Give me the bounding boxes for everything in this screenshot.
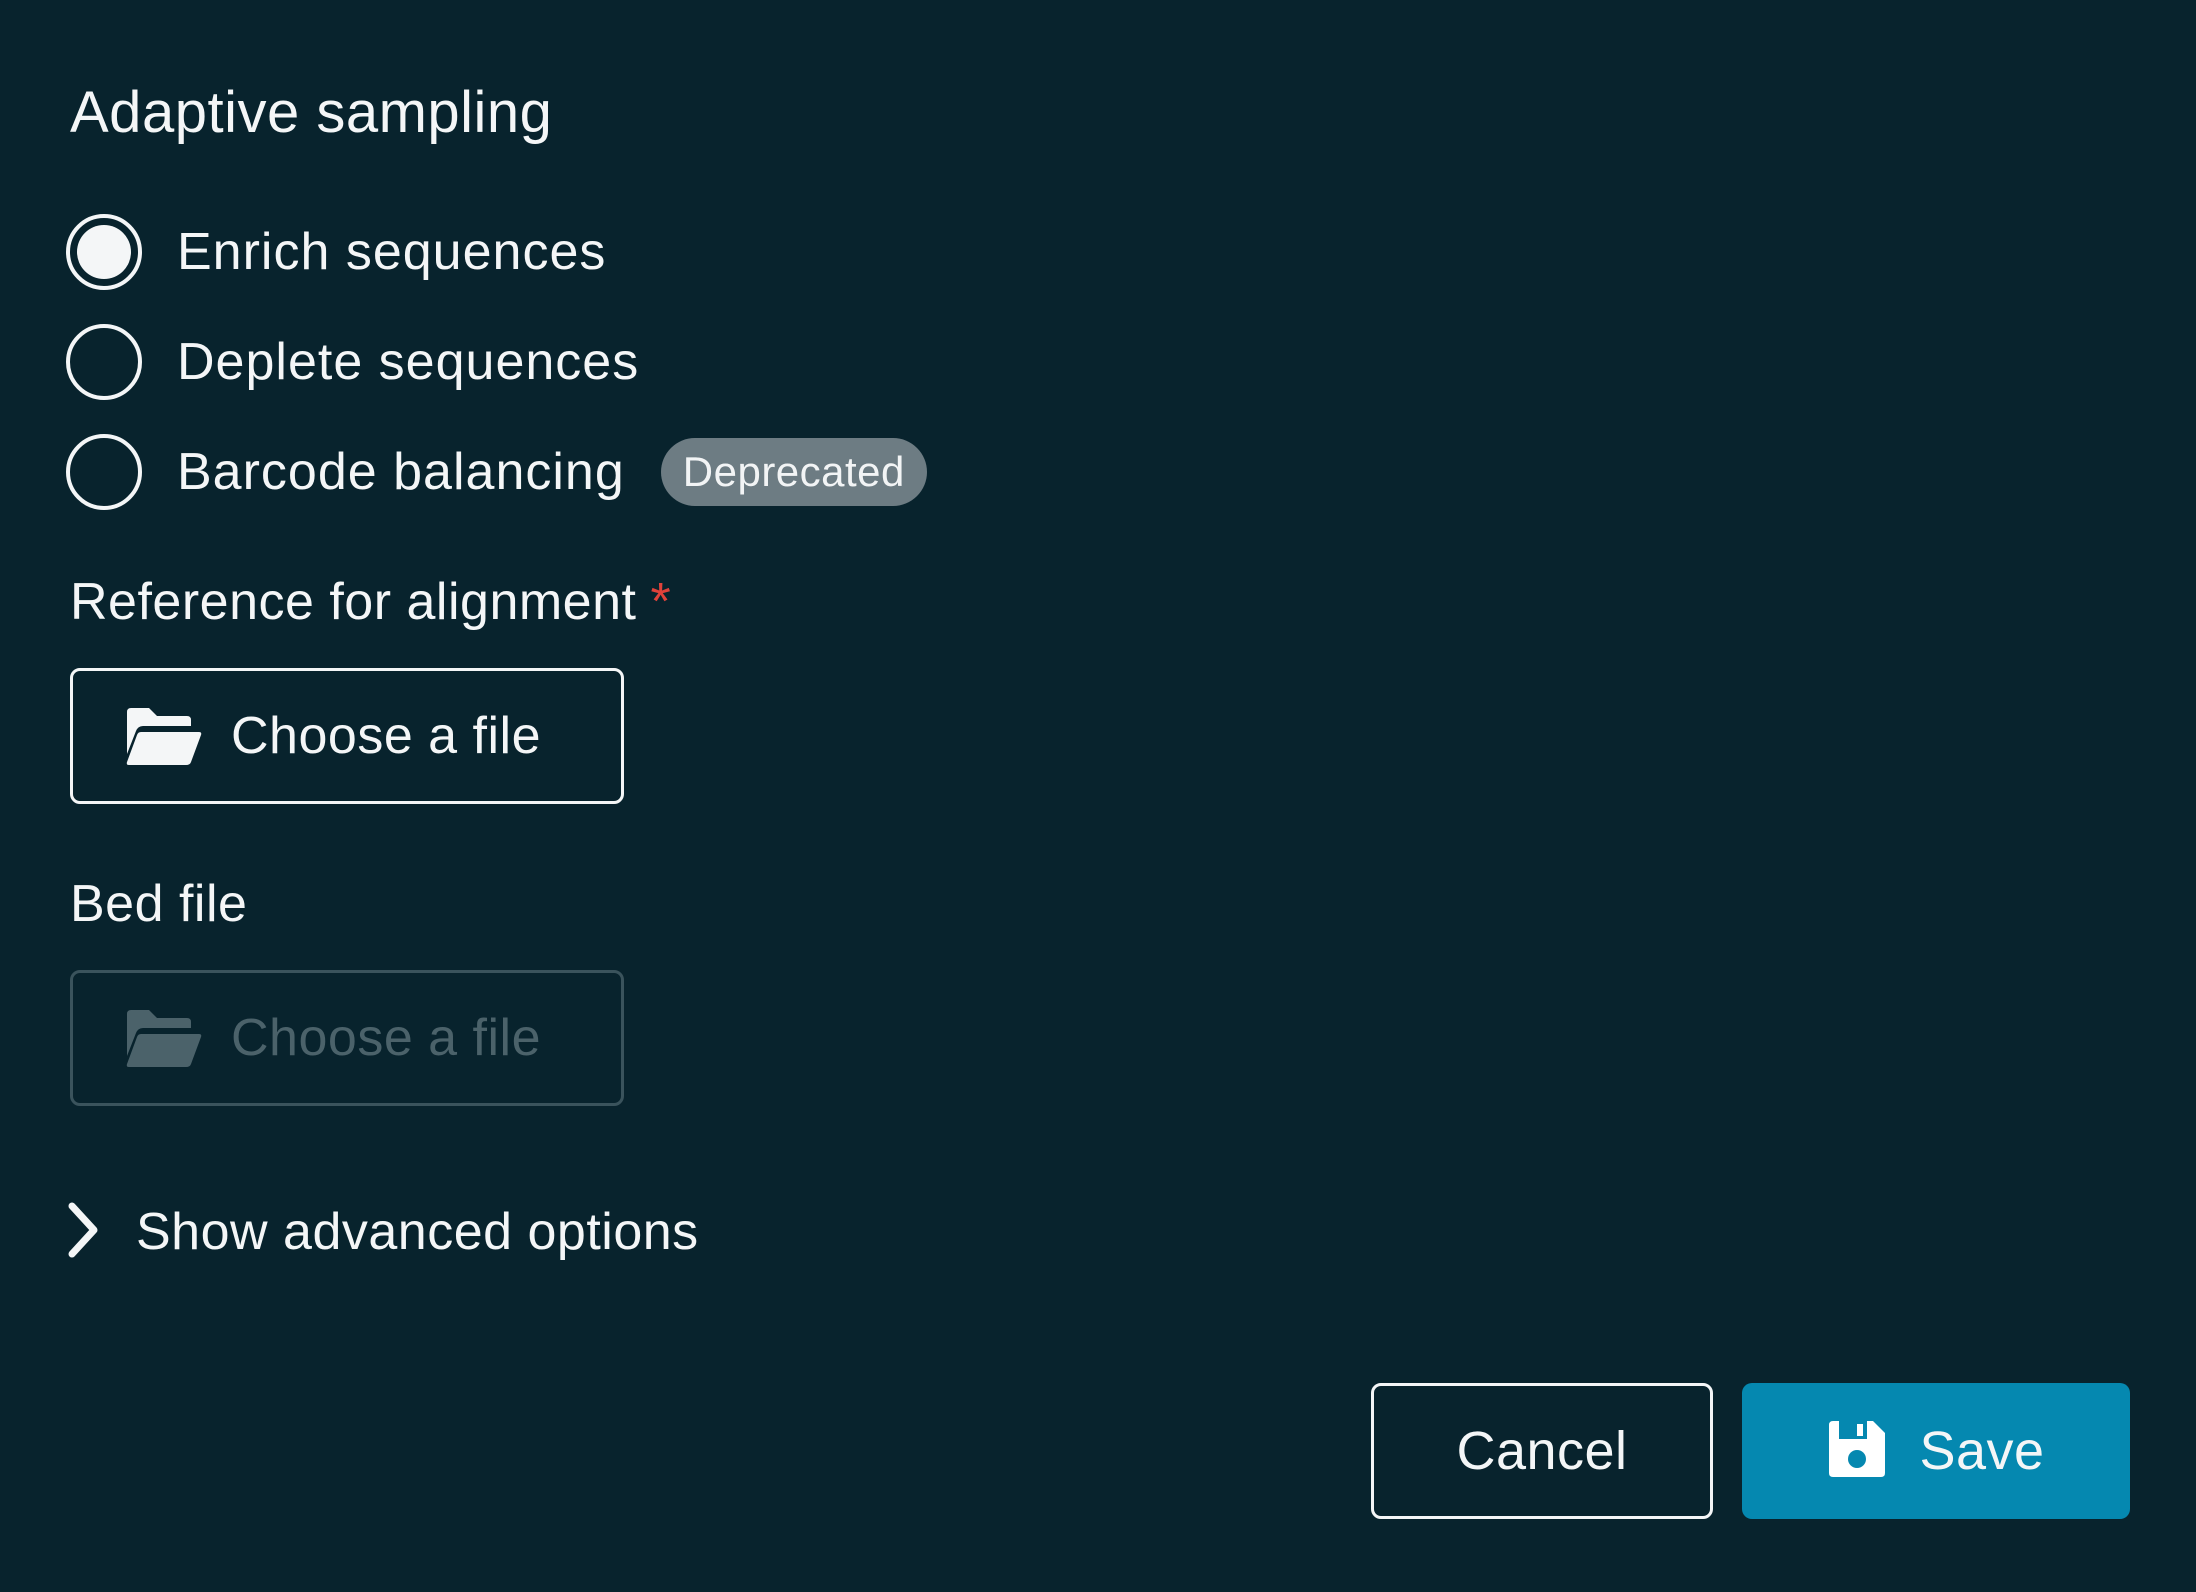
adaptive-sampling-dialog: Adaptive sampling Enrich sequences Deple… <box>0 0 2196 1592</box>
deprecated-badge: Deprecated <box>660 438 927 506</box>
reference-choose-file-button[interactable]: Choose a file <box>70 668 624 804</box>
save-button[interactable]: Save <box>1742 1383 2130 1519</box>
section-title: Adaptive sampling <box>70 80 553 145</box>
radio-button[interactable] <box>66 324 142 400</box>
save-label: Save <box>1919 1421 2045 1481</box>
cancel-button[interactable]: Cancel <box>1371 1383 1713 1519</box>
bed-file-choose-file-button[interactable]: Choose a file <box>70 970 624 1106</box>
radio-button[interactable] <box>66 434 142 510</box>
folder-open-icon <box>123 704 203 768</box>
choose-file-label: Choose a file <box>231 1009 542 1067</box>
folder-open-icon <box>123 1006 203 1070</box>
reference-label: Reference for alignment * <box>70 570 671 634</box>
floppy-disk-icon <box>1827 1419 1887 1484</box>
radio-label: Barcode balancing <box>177 443 625 501</box>
chevron-right-icon <box>66 1202 100 1263</box>
advanced-options-label: Show advanced options <box>136 1203 699 1261</box>
radio-barcode-balancing[interactable]: Barcode balancing Deprecated <box>66 430 927 514</box>
show-advanced-options-toggle[interactable]: Show advanced options <box>66 1196 699 1268</box>
cancel-label: Cancel <box>1456 1421 1628 1481</box>
reference-label-text: Reference for alignment <box>70 573 637 631</box>
choose-file-label: Choose a file <box>231 707 542 765</box>
bed-file-label: Bed file <box>70 875 248 933</box>
radio-button-checked[interactable] <box>66 214 142 290</box>
required-marker: * <box>650 573 672 631</box>
radio-enrich-sequences[interactable]: Enrich sequences <box>66 210 606 294</box>
radio-label: Enrich sequences <box>177 223 607 281</box>
radio-deplete-sequences[interactable]: Deplete sequences <box>66 320 639 404</box>
radio-label: Deplete sequences <box>177 333 640 391</box>
